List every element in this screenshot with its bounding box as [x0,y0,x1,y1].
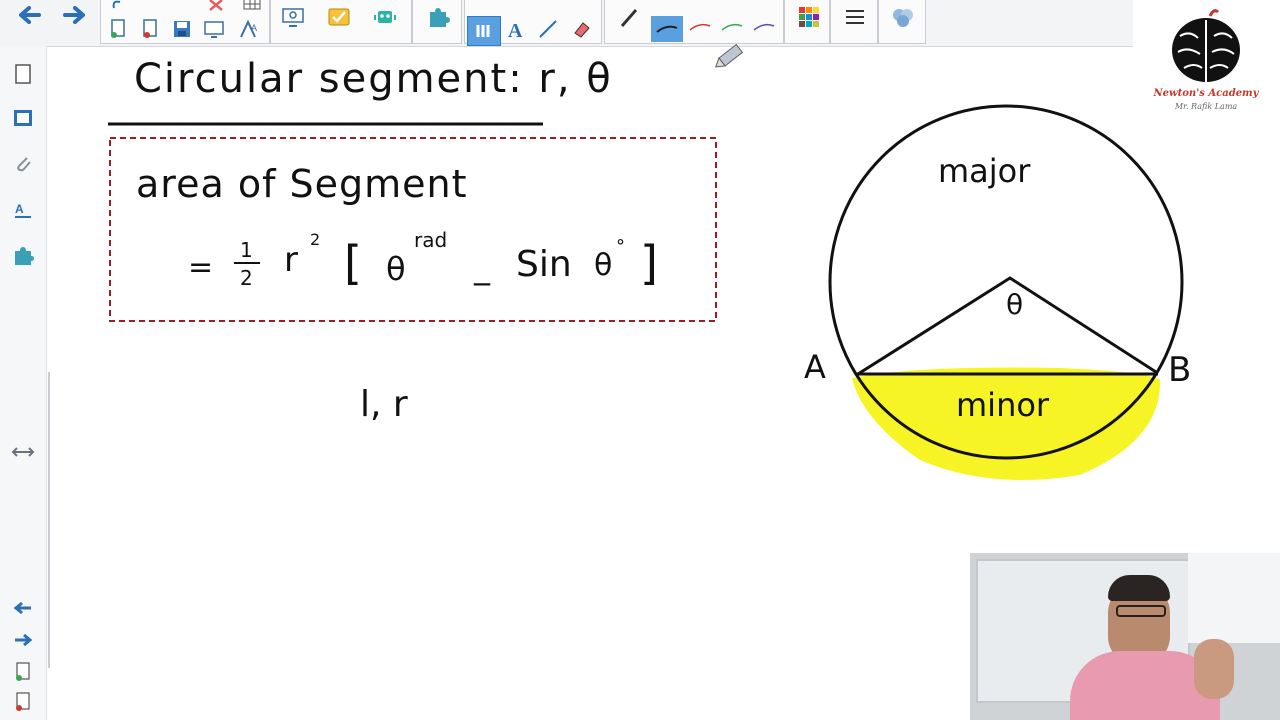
formula-rad: rad [414,228,448,252]
note-l-r: l, r [360,384,408,425]
logo-subtitle: Mr. Rafik Lama [1174,102,1238,111]
circle-theta-label: θ [1006,288,1024,321]
formula-sin: Sin [516,244,572,285]
formula-r: r [284,240,298,280]
formula-squared: 2 [310,230,321,249]
formula-theta-degrees: θ [594,248,613,283]
brain-logo-icon [1172,9,1240,82]
pen-cursor-icon [714,43,744,68]
formula-open-bracket: [ [344,236,362,290]
logo-title: Newton's Academy [1153,88,1259,99]
webcam-hair [1108,575,1170,601]
point-b-label: B [1168,350,1192,390]
academy-logo: Newton's Academy Mr. Rafik Lama [1150,6,1262,116]
circle-minor-label: minor [956,386,1050,424]
formula-minus: _ [474,248,490,286]
webcam-video [970,553,1280,720]
webcam-glasses [1116,605,1166,617]
formula-theta: θ [386,250,406,288]
formula-fraction-bar [234,262,260,264]
formula-half-denominator: 2 [240,266,253,290]
formula-equals: = [188,250,214,285]
point-a-label: A [804,348,826,386]
whiteboard-title: Circular segment: r, θ [134,56,613,102]
webcam-window [1188,553,1280,643]
area-of-segment-label: area of Segment [136,162,468,206]
formula-half-numerator: 1 [240,238,253,262]
formula-degree-sign: ° [616,236,625,257]
formula-close-bracket: ] [640,236,658,290]
circle-major-label: major [938,152,1031,190]
webcam-hand [1194,639,1234,699]
